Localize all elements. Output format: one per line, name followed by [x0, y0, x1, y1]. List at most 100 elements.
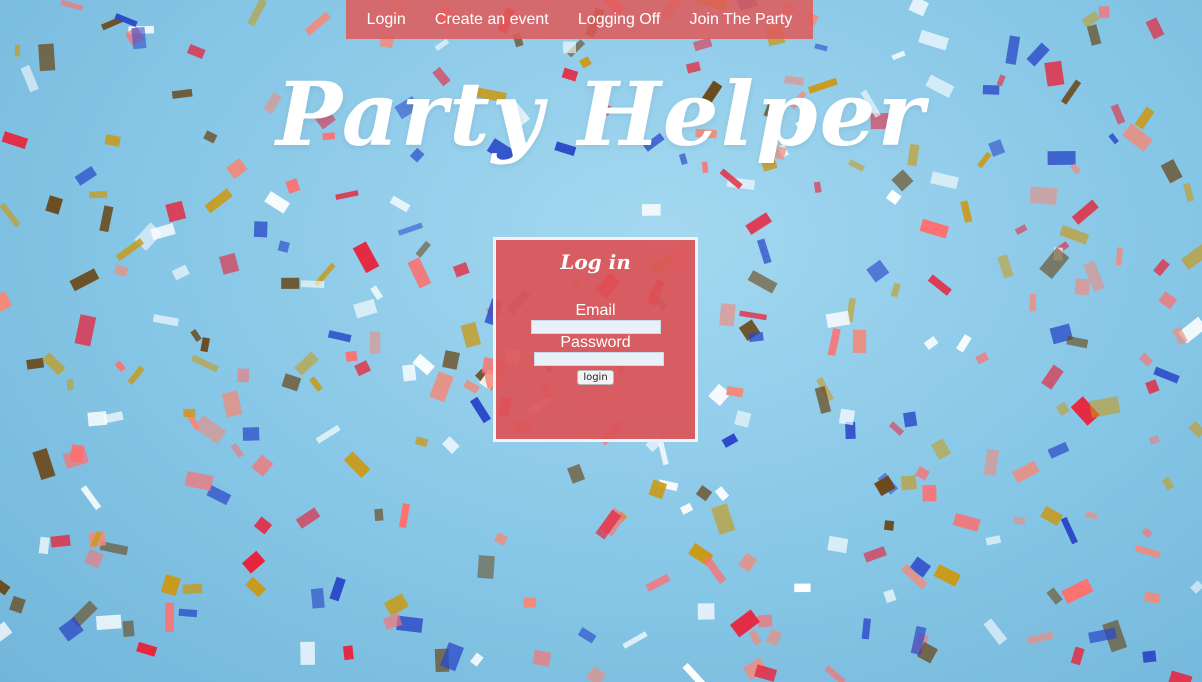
confetti-piece — [1142, 650, 1157, 663]
confetti-piece — [122, 620, 135, 638]
confetti-piece — [1190, 580, 1202, 594]
confetti-piece — [682, 662, 706, 682]
confetti-piece — [1115, 247, 1123, 266]
confetti-piece — [219, 252, 240, 275]
confetti-piece — [721, 433, 739, 448]
confetti-piece — [300, 641, 316, 666]
confetti-piece — [184, 470, 214, 492]
confetti-piece — [114, 264, 129, 277]
confetti-piece — [0, 577, 11, 596]
confetti-piece — [956, 334, 972, 353]
nav-link-create-event[interactable]: Create an event — [435, 11, 549, 29]
confetti-piece — [136, 641, 158, 657]
confetti-piece — [695, 485, 713, 502]
confetti-piece — [353, 298, 378, 319]
confetti-piece — [74, 314, 97, 347]
confetti-piece — [87, 411, 108, 427]
confetti-piece — [60, 0, 84, 11]
confetti-piece — [1060, 516, 1078, 545]
confetti-piece — [1188, 420, 1202, 439]
confetti-piece — [1167, 670, 1193, 682]
nav-link-login[interactable]: Login — [367, 11, 406, 29]
confetti-piece — [0, 290, 13, 314]
confetti-piece — [26, 357, 45, 370]
confetti-piece — [1046, 587, 1063, 605]
confetti-piece — [352, 241, 380, 274]
confetti-piece — [182, 583, 203, 595]
confetti-piece — [719, 303, 736, 327]
confetti-piece — [567, 463, 586, 484]
confetti-piece — [985, 535, 1002, 546]
confetti-piece — [412, 353, 435, 376]
confetti-piece — [738, 552, 758, 573]
confetti-piece — [891, 50, 906, 61]
confetti-piece — [1138, 352, 1154, 367]
confetti-piece — [281, 277, 300, 289]
confetti-piece — [1029, 293, 1037, 312]
confetti-piece — [754, 664, 778, 682]
email-field[interactable] — [530, 320, 661, 334]
confetti-piece — [370, 285, 384, 301]
confetti-piece — [902, 411, 918, 428]
confetti-piece — [1144, 591, 1161, 604]
confetti-piece — [765, 628, 783, 647]
confetti-piece — [245, 576, 267, 598]
confetti-piece — [183, 408, 196, 418]
confetti-piece — [304, 11, 331, 36]
confetti-piece — [825, 310, 851, 328]
confetti-piece — [523, 597, 537, 608]
confetti-piece — [756, 238, 772, 265]
confetti-piece — [1148, 435, 1160, 445]
login-button[interactable]: login — [577, 370, 614, 385]
confetti-piece — [814, 43, 828, 52]
confetti-piece — [442, 350, 460, 370]
confetti-piece — [1161, 476, 1175, 491]
confetti-piece — [1098, 6, 1110, 19]
confetti-piece — [127, 365, 145, 386]
confetti-piece — [369, 331, 381, 354]
nav-link-join-party[interactable]: Join The Party — [690, 11, 793, 29]
confetti-piece — [1026, 631, 1054, 645]
confetti-piece — [221, 390, 243, 418]
confetti-piece — [983, 448, 1000, 477]
confetti-piece — [1059, 225, 1090, 245]
confetti-piece — [890, 282, 901, 298]
confetti-piece — [407, 257, 432, 289]
confetti-piece — [452, 262, 470, 278]
confetti-piece — [415, 240, 431, 258]
confetti-piece — [152, 314, 179, 327]
confetti-piece — [402, 364, 417, 382]
confetti-piece — [908, 0, 929, 17]
confetti-piece — [9, 595, 26, 614]
confetti-piece — [883, 588, 897, 604]
confetti-piece — [863, 546, 887, 563]
password-field[interactable] — [534, 352, 664, 366]
confetti-piece — [1047, 441, 1070, 459]
confetti-piece — [247, 0, 268, 27]
confetti-piece — [131, 26, 147, 50]
confetti-piece — [397, 222, 423, 236]
confetti-piece — [1071, 199, 1099, 225]
email-label: Email — [575, 302, 616, 319]
confetti-piece — [827, 327, 841, 357]
nav-link-logging-off[interactable]: Logging Off — [578, 11, 660, 29]
confetti-piece — [1070, 646, 1085, 666]
password-label: Password — [560, 334, 631, 351]
confetti-piece — [285, 178, 301, 194]
confetti-piece — [930, 171, 959, 190]
confetti-piece — [711, 503, 736, 535]
confetti-piece — [150, 223, 176, 241]
confetti-piece — [200, 337, 210, 353]
confetti-piece — [1145, 379, 1160, 395]
confetti-piece — [645, 573, 671, 592]
confetti-piece — [827, 535, 849, 554]
confetti-piece — [345, 350, 358, 362]
confetti-piece — [383, 593, 409, 617]
confetti-piece — [714, 486, 730, 502]
confetti-piece — [281, 373, 302, 392]
confetti-piece — [757, 614, 773, 628]
confetti-piece — [62, 448, 89, 469]
confetti-piece — [885, 189, 902, 205]
confetti-piece — [923, 335, 939, 350]
confetti-piece — [251, 454, 274, 477]
